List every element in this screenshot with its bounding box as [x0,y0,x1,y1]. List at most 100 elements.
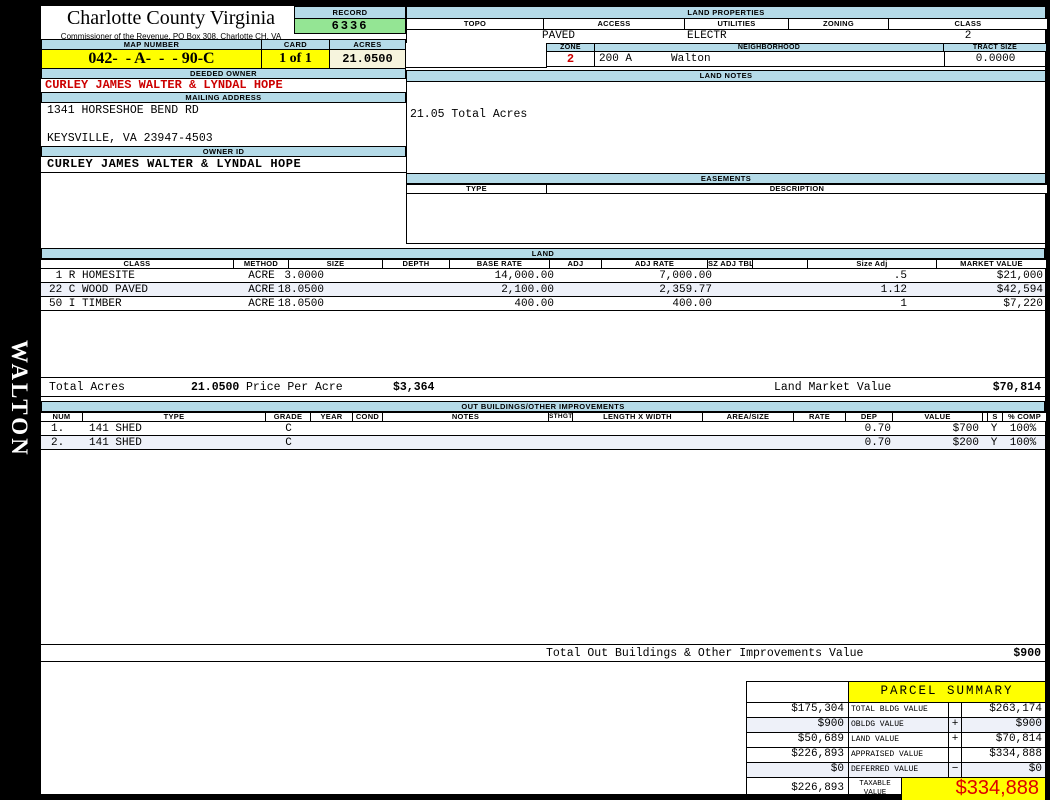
land-size-adj: 1 [900,298,907,310]
ps-value: $70,814 [995,733,1042,745]
ob-col-year: YEAR [311,413,353,421]
ps-value: $263,174 [989,703,1042,715]
tract-size-value: 0.0000 [944,52,1046,66]
tract-size-header: TRACT SIZE [944,43,1046,52]
property-record-card: Charlotte County Virginia Commissioner o… [40,5,1047,800]
ob-total-label: Total Out Buildings & Other Improvements… [546,647,864,660]
ps-label: LAND VALUE [849,733,949,747]
land-market-value-total: $70,814 [992,381,1041,394]
land-notes-box: 21.05 Total Acres [406,82,1046,173]
ps-taxable-row: $226,893 TAXABLE VALUE $334,888 [747,778,1045,800]
ps-header-spacer [747,682,849,702]
ps-taxable-label: TAXABLE VALUE [849,778,902,800]
land-class: 1 R HOMESITE [49,270,135,282]
land-notes-title: LAND NOTES [406,70,1046,82]
topo-header: TOPO [407,19,544,29]
map-number-value: 042- - A- - - 90-C [41,49,261,69]
land-col-blank [753,260,808,268]
ps-label: DEFERRED VALUE [849,763,949,777]
owner-id-label: OWNER ID [41,146,406,157]
ps-taxable-prior: $226,893 [747,778,849,800]
land-col-method: METHOD [234,260,289,268]
ps-prior-value: $175,304 [747,703,849,717]
land-adj-rate: 400.00 [672,298,712,310]
mailing-address-line1: 1341 HORSESHOE BEND RD [47,104,199,117]
utilities-header: UTILITIES [685,19,789,29]
land-market-value: $7,220 [1003,298,1043,310]
land-col-class: CLASS [41,260,234,268]
neighborhood-header: NEIGHBORHOOD [595,43,944,52]
owner-id-value: CURLEY JAMES WALTER & LYNDAL HOPE [41,157,406,173]
ob-col-value: VALUE [893,413,983,421]
out-buildings-total-row: Total Out Buildings & Other Improvements… [41,644,1045,662]
land-col-size-adj: Size Adj [808,260,937,268]
land-size: 18.0500 [277,298,324,310]
ps-value: $900 [1015,718,1042,730]
ob-col-sthgt: STHGT [549,413,573,421]
ps-label: APPRAISED VALUE [849,748,949,762]
land-class: 50 I TIMBER [49,298,122,310]
access-value: PAVED [542,30,576,42]
land-col-sz-adj-tbl: SZ ADJ TBL [708,260,753,268]
neighborhood-sidebar-label: WALTON [7,340,32,458]
easements-title: EASEMENTS [406,173,1046,184]
land-size-adj: 1.12 [880,284,907,296]
land-row: 50 I TIMBER ACRE 18.0500 400.00 400.00 1… [41,297,1045,311]
ps-row: $900 OBLDG VALUE + $900 [747,718,1045,733]
zone-value: 2 [546,52,595,66]
ob-grade: C [285,423,292,435]
ps-row: $175,304 TOTAL BLDG VALUE $263,174 [747,703,1045,718]
parcel-summary: PARCEL SUMMARY $175,304 TOTAL BLDG VALUE… [746,681,1046,800]
ob-pct-comp: 100% [1009,423,1037,435]
ps-row: $226,893 APPRAISED VALUE $334,888 [747,748,1045,763]
land-class: 22 C WOOD PAVED [49,284,149,296]
mailing-address-line2: KEYSVILLE, VA 23947-4503 [47,132,213,145]
record-value: 6336 [294,18,406,34]
card-value: 1 of 1 [261,49,329,69]
ob-col-grade: GRADE [266,413,311,421]
price-per-acre-value: $3,364 [393,381,435,394]
land-col-market-value: MARKET VALUE [937,260,1046,268]
total-acres-label: Total Acres [49,381,125,394]
neighborhood-name: Walton [671,53,711,65]
mailing-address-label: MAILING ADDRESS [41,92,406,103]
land-market-value: $21,000 [996,270,1043,282]
access-header: ACCESS [544,19,685,29]
land-market-value: $42,594 [996,284,1043,296]
ob-grade: C [285,437,292,449]
out-building-row: 1. 141 SHED C 0.70 $700 Y 100% [41,422,1045,436]
ob-col-length-width: LENGTH X WIDTH [573,413,703,421]
price-per-acre-label: Price Per Acre [246,381,343,394]
ps-row: $50,689 LAND VALUE + $70,814 [747,733,1045,748]
ps-op [949,748,962,762]
land-base-rate: 400.00 [514,298,554,310]
ps-row: $0 DEFERRED VALUE − $0 [747,763,1045,778]
ob-col-num: NUM [41,413,83,421]
ps-label: TOTAL BLDG VALUE [849,703,949,717]
ps-prior-value: $0 [747,763,849,777]
ob-col-pct-comp: % COMP [1003,413,1046,421]
ob-s-flag: Y [990,423,998,435]
zoning-header: ZONING [789,19,889,29]
land-col-adj: ADJ [550,260,602,268]
out-building-row: 2. 141 SHED C 0.70 $200 Y 100% [41,436,1045,450]
ps-value: $334,888 [989,748,1042,760]
land-col-depth: DEPTH [383,260,450,268]
ob-col-type: TYPE [83,413,266,421]
easements-body [406,194,1046,244]
land-row: 22 C WOOD PAVED ACRE 18.0500 2,100.00 2,… [41,283,1045,297]
easement-type-header: TYPE [407,185,547,193]
ob-total-value: $900 [1013,647,1041,660]
county-title: Charlotte County Virginia [66,7,276,29]
ob-dep: 0.70 [864,423,891,435]
ps-op: − [949,763,962,777]
ob-num: 1. [51,423,65,435]
deeded-owner-value: CURLEY JAMES WALTER & LYNDAL HOPE [45,78,283,92]
ob-dep: 0.70 [864,437,891,449]
neighborhood-code: 200 A [599,53,633,65]
class-header: CLASS [889,19,1047,29]
ps-op: + [949,718,962,732]
land-notes-text: 21.05 Total Acres [410,108,528,121]
land-col-base-rate: BASE RATE [450,260,550,268]
ps-value: $0 [1028,763,1042,775]
